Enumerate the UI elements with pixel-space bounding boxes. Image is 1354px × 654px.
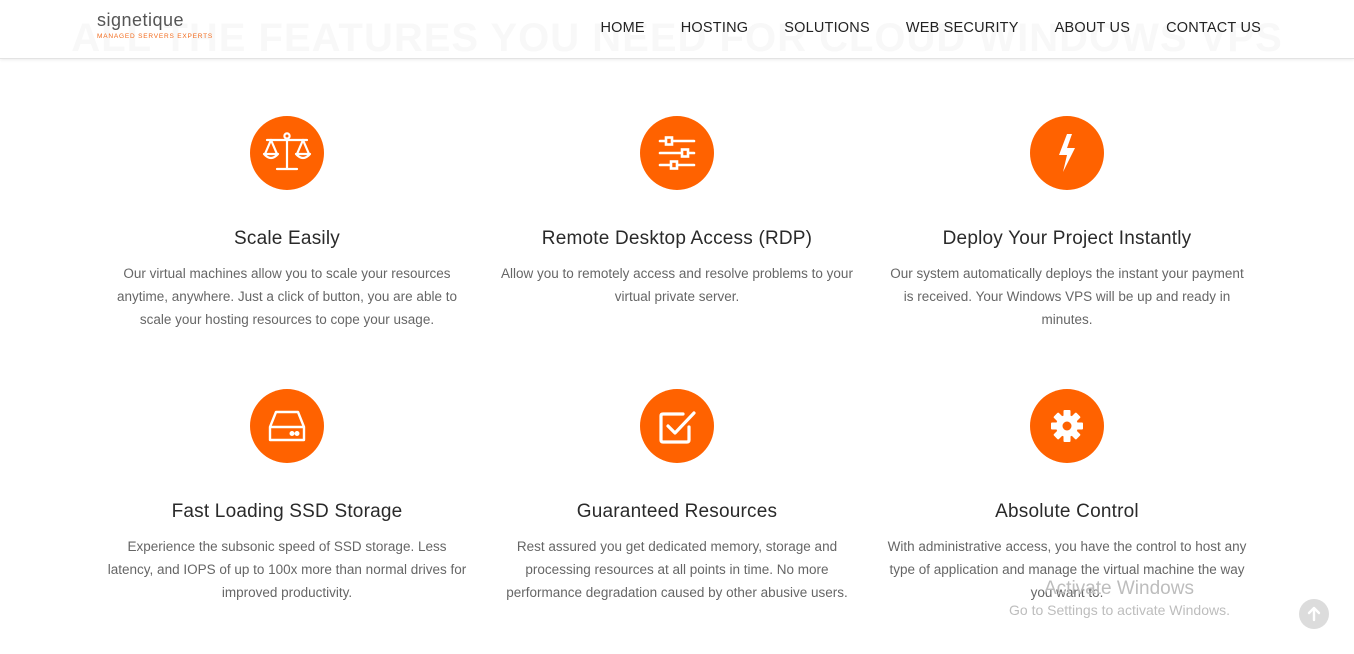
feature-description: Our virtual machines allow you to scale … <box>117 266 457 327</box>
gear-icon <box>1051 410 1083 442</box>
features-grid: Scale Easily Our virtual machines allow … <box>0 0 1354 654</box>
nav-solutions[interactable]: SOLUTIONS <box>784 20 870 36</box>
feature-scale-easily: Scale Easily Our virtual machines allow … <box>92 116 482 331</box>
watermark-subtitle: Go to Settings to activate Windows. <box>1009 602 1230 618</box>
feature-title: Deploy Your Project Instantly <box>942 228 1192 249</box>
nav-contact-us[interactable]: CONTACT US <box>1166 20 1261 36</box>
feature-icon-circle <box>1030 389 1104 463</box>
arrow-up-icon <box>1307 606 1321 622</box>
feature-description: Allow you to remotely access and resolve… <box>501 266 853 304</box>
feature-absolute-control: Absolute Control With administrative acc… <box>872 389 1262 604</box>
main-nav: HOME HOSTING SOLUTIONS WEB SECURITY ABOU… <box>600 20 1261 36</box>
nav-about-us[interactable]: ABOUT US <box>1055 20 1130 36</box>
site-logo[interactable]: signetique MANAGED SERVERS EXPERTS <box>97 10 213 40</box>
feature-title: Remote Desktop Access (RDP) <box>541 228 813 249</box>
nav-hosting[interactable]: HOSTING <box>681 20 748 36</box>
activate-windows-watermark: Activate Windows Go to Settings to activ… <box>1009 578 1230 618</box>
feature-title: Absolute Control <box>995 501 1139 522</box>
feature-guaranteed-resources: Guaranteed Resources Rest assured you ge… <box>482 389 872 604</box>
scroll-to-top-button[interactable] <box>1299 599 1329 629</box>
hard-drive-icon <box>268 410 306 442</box>
feature-rdp: Remote Desktop Access (RDP) Allow you to… <box>482 116 872 308</box>
feature-title: Guaranteed Resources <box>576 501 778 522</box>
feature-icon-circle <box>250 389 324 463</box>
watermark-title: Activate Windows <box>1044 578 1194 599</box>
nav-web-security[interactable]: WEB SECURITY <box>906 20 1019 36</box>
lightning-icon <box>1059 134 1075 172</box>
feature-icon-circle <box>1030 116 1104 190</box>
feature-description: Our system automatically deploys the ins… <box>890 266 1244 327</box>
feature-ssd-storage: Fast Loading SSD Storage Experience the … <box>92 389 482 604</box>
feature-title: Scale Easily <box>234 228 340 249</box>
feature-description: Rest assured you get dedicated memory, s… <box>506 539 848 600</box>
scale-icon <box>262 132 312 171</box>
feature-description: Experience the subsonic speed of SSD sto… <box>107 539 467 600</box>
feature-title: Fast Loading SSD Storage <box>171 501 403 522</box>
nav-home[interactable]: HOME <box>600 20 644 36</box>
sliders-icon <box>658 136 696 170</box>
feature-deploy-instantly: Deploy Your Project Instantly Our system… <box>872 116 1262 331</box>
feature-icon-circle <box>250 116 324 190</box>
logo-tagline: MANAGED SERVERS EXPERTS <box>97 33 214 40</box>
feature-icon-circle <box>640 116 714 190</box>
checkbox-icon <box>659 411 696 444</box>
site-header: signetique MANAGED SERVERS EXPERTS HOME … <box>0 0 1354 59</box>
logo-name: signetique <box>97 10 185 30</box>
feature-icon-circle <box>640 389 714 463</box>
